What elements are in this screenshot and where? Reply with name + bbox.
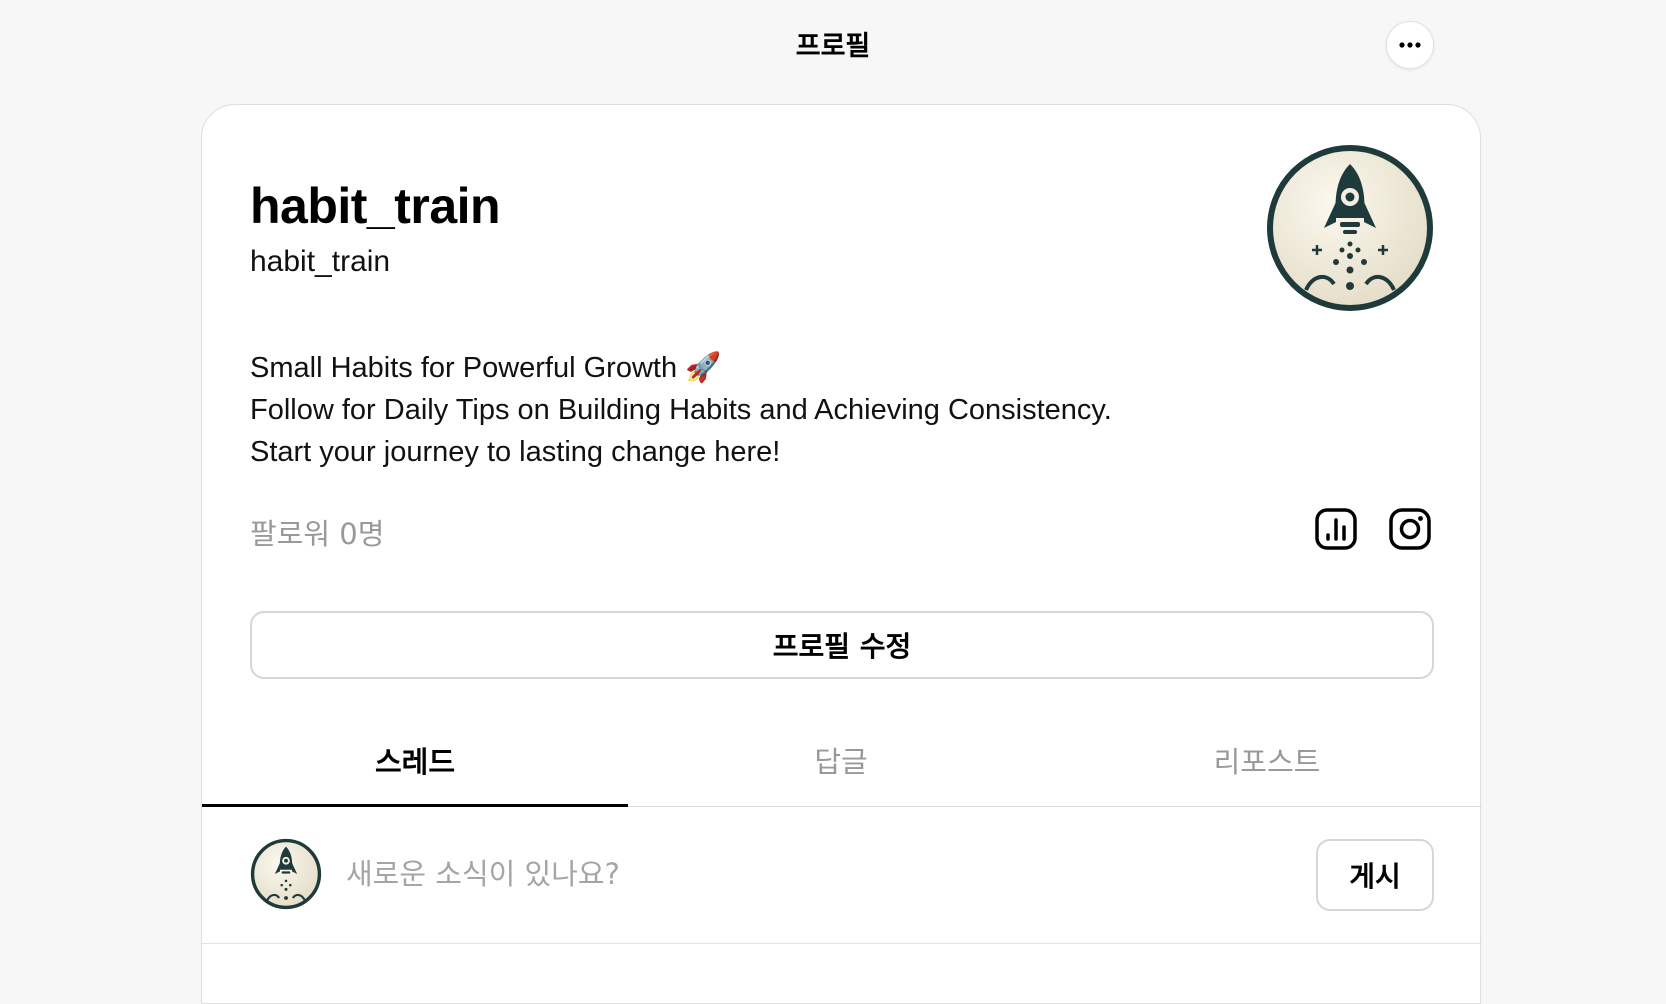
- more-horizontal-icon: [1399, 42, 1421, 48]
- profile-card: habit_train habit_train Small Habits for: [201, 104, 1482, 1004]
- bio-line: Small Habits for Powerful Growth 🚀: [250, 352, 722, 384]
- profile-tabs: 스레드 답글 리포스트: [202, 723, 1482, 807]
- bio-line: Follow for Daily Tips on Building Habits…: [250, 394, 1112, 426]
- tab-replies[interactable]: 답글: [628, 723, 1054, 807]
- post-composer: 게시: [202, 808, 1482, 944]
- bar-chart-icon: [1315, 508, 1357, 550]
- profile-avatar[interactable]: [1266, 144, 1434, 312]
- top-bar: 프로필: [0, 0, 1666, 88]
- tab-reposts[interactable]: 리포스트: [1054, 723, 1480, 807]
- insights-button[interactable]: [1312, 505, 1360, 553]
- tab-threads[interactable]: 스레드: [202, 723, 628, 807]
- instagram-button[interactable]: [1386, 505, 1434, 553]
- avatar: [250, 838, 322, 910]
- more-options-button[interactable]: [1386, 21, 1434, 69]
- profile-bio: Small Habits for Powerful Growth 🚀 Follo…: [250, 347, 1112, 473]
- profile-username: habit_train: [250, 245, 391, 278]
- profile-display-name: habit_train: [250, 178, 501, 234]
- bio-line: Start your journey to lasting change her…: [250, 436, 781, 468]
- instagram-icon: [1389, 508, 1431, 550]
- new-post-input[interactable]: [346, 852, 1246, 896]
- followers-count[interactable]: 팔로워 0명: [250, 511, 384, 553]
- edit-profile-button[interactable]: 프로필 수정: [250, 611, 1434, 679]
- post-button[interactable]: 게시: [1316, 839, 1434, 911]
